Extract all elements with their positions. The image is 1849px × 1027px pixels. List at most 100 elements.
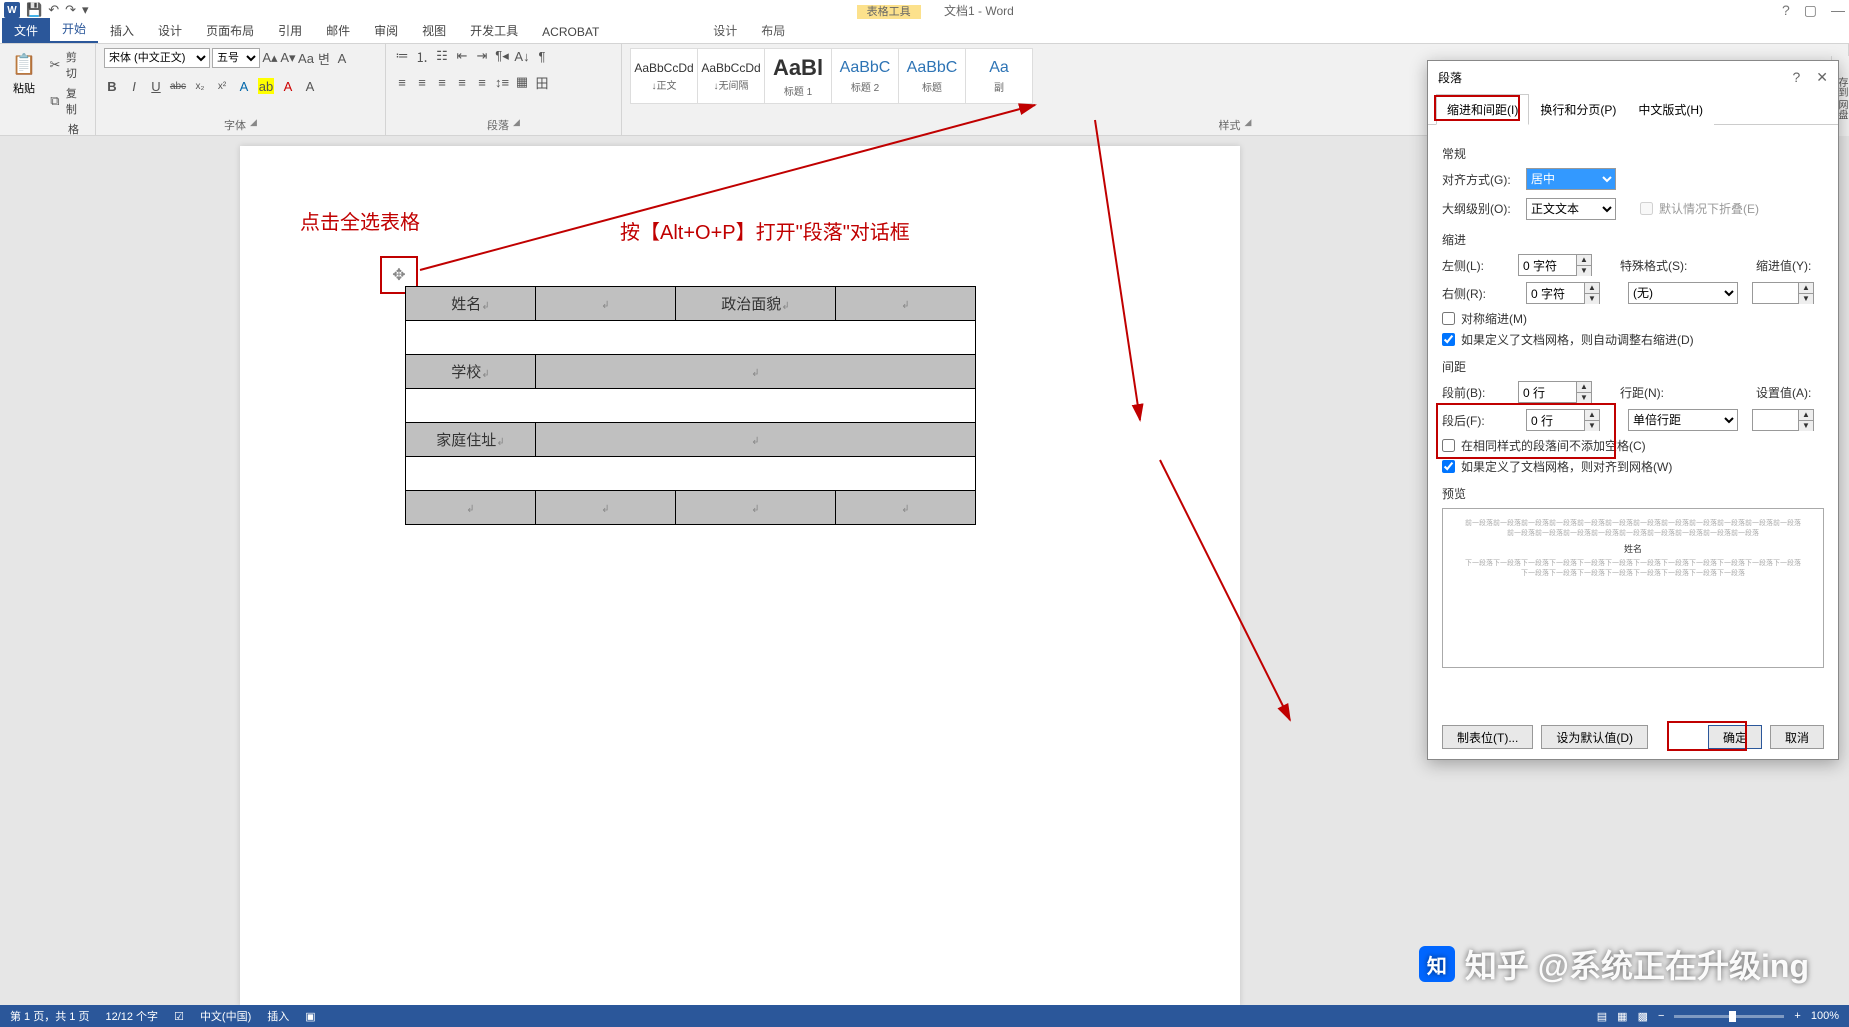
table-row[interactable]	[406, 389, 976, 423]
status-page[interactable]: 第 1 页，共 1 页	[10, 1008, 89, 1024]
bullets-icon[interactable]: ≔	[394, 48, 410, 64]
tab-references[interactable]: 引用	[266, 18, 314, 43]
dialog-titlebar[interactable]: 段落 ? ✕	[1428, 61, 1838, 93]
spin-down-icon[interactable]: ▼	[1799, 421, 1813, 431]
tab-design[interactable]: 设计	[146, 18, 194, 43]
at-input[interactable]	[1752, 409, 1798, 431]
show-marks-icon[interactable]: ¶	[534, 48, 550, 64]
style-heading2[interactable]: AaBbC标题 2	[831, 48, 899, 104]
tabs-button[interactable]: 制表位(T)...	[1442, 725, 1533, 749]
table-cell[interactable]	[406, 457, 976, 491]
after-spinner[interactable]: ▲▼	[1526, 409, 1600, 431]
table-row[interactable]: 家庭住址↲ ↲	[406, 423, 976, 457]
spin-up-icon[interactable]: ▲	[1799, 283, 1813, 294]
indent-right-spinner[interactable]: ▲▼	[1526, 282, 1600, 304]
mirror-checkbox[interactable]	[1442, 312, 1455, 325]
decrease-indent-icon[interactable]: ⇤	[454, 48, 470, 64]
phonetic-guide-icon[interactable]: 변	[316, 50, 332, 66]
table-cell[interactable]: 政治面貌↲	[676, 287, 836, 321]
table-row[interactable]	[406, 321, 976, 355]
spin-up-icon[interactable]: ▲	[1585, 410, 1599, 421]
spin-up-icon[interactable]: ▲	[1585, 283, 1599, 294]
bold-button[interactable]: B	[104, 78, 120, 94]
shrink-font-icon[interactable]: A▾	[280, 50, 296, 66]
dialog-close-icon[interactable]: ✕	[1816, 69, 1828, 86]
ok-button[interactable]: 确定	[1708, 725, 1762, 749]
style-subtitle[interactable]: Aa副	[965, 48, 1033, 104]
at-spinner[interactable]: ▲▼	[1752, 409, 1814, 431]
font-size-select[interactable]: 五号	[212, 48, 260, 68]
table-cell[interactable]: ↲	[536, 355, 976, 389]
table-cell[interactable]	[406, 389, 976, 423]
italic-button[interactable]: I	[126, 78, 142, 94]
table-cell[interactable]: 姓名↲	[406, 287, 536, 321]
no-space-checkbox[interactable]	[1442, 439, 1455, 452]
spin-down-icon[interactable]: ▼	[1799, 294, 1813, 304]
line-spacing-select[interactable]: 单倍行距	[1628, 409, 1738, 431]
spin-up-icon[interactable]: ▲	[1577, 382, 1591, 393]
text-effects-icon[interactable]: A	[236, 78, 252, 94]
help-icon[interactable]: ?	[1782, 2, 1790, 19]
dialog-help-icon[interactable]: ?	[1792, 69, 1800, 86]
tab-table-layout[interactable]: 布局	[749, 18, 797, 43]
table-row[interactable]: 姓名↲ ↲ 政治面貌↲ ↲	[406, 287, 976, 321]
cancel-button[interactable]: 取消	[1770, 725, 1824, 749]
borders-icon[interactable]: 田	[534, 74, 550, 90]
copy-button[interactable]: ⧉复制	[46, 84, 87, 118]
minimize-icon[interactable]: —	[1831, 2, 1845, 19]
table-row[interactable]: 学校↲ ↲	[406, 355, 976, 389]
document-page[interactable]: 点击全选表格 按【Alt+O+P】打开"段落"对话框 ✥ 姓名↲ ↲ 政治面貌↲…	[240, 146, 1240, 1005]
align-center-icon[interactable]: ≡	[414, 74, 430, 90]
paste-button[interactable]: 📋 粘贴	[8, 48, 40, 98]
zoom-in-button[interactable]: +	[1794, 1010, 1800, 1022]
shading-icon[interactable]: ▦	[514, 74, 530, 90]
zoom-out-button[interactable]: −	[1658, 1010, 1664, 1022]
table-cell[interactable]: 学校↲	[406, 355, 536, 389]
by-input[interactable]	[1752, 282, 1798, 304]
tab-mailings[interactable]: 邮件	[314, 18, 362, 43]
cut-button[interactable]: ✂剪切	[46, 48, 87, 82]
align-right-icon[interactable]: ≡	[434, 74, 450, 90]
subscript-button[interactable]: x₂	[192, 78, 208, 94]
spin-down-icon[interactable]: ▼	[1577, 393, 1591, 403]
strikethrough-button[interactable]: abc	[170, 78, 186, 94]
table-cell[interactable]: ↲	[836, 287, 976, 321]
status-insert-mode[interactable]: 插入	[267, 1008, 289, 1024]
justify-icon[interactable]: ≡	[454, 74, 470, 90]
after-input[interactable]	[1526, 409, 1584, 431]
ltr-icon[interactable]: ¶◂	[494, 48, 510, 64]
table-cell[interactable]: ↲	[536, 287, 676, 321]
spin-down-icon[interactable]: ▼	[1577, 266, 1591, 276]
table-cell[interactable]: ↲	[676, 491, 836, 525]
tab-table-design[interactable]: 设计	[701, 18, 749, 43]
tab-developer[interactable]: 开发工具	[458, 18, 530, 43]
style-no-spacing[interactable]: AaBbCcDd↓无间隔	[697, 48, 765, 104]
ribbon-display-icon[interactable]: ▢	[1804, 2, 1817, 19]
indent-left-spinner[interactable]: ▲▼	[1518, 254, 1592, 276]
style-normal[interactable]: AaBbCcDd↓正文	[630, 48, 698, 104]
view-read-icon[interactable]: ▤	[1597, 1010, 1607, 1023]
underline-button[interactable]: U	[148, 78, 164, 94]
table-cell[interactable]: ↲	[406, 491, 536, 525]
status-language[interactable]: 中文(中国)	[200, 1008, 251, 1024]
indent-left-input[interactable]	[1518, 254, 1576, 276]
indent-right-input[interactable]	[1526, 282, 1584, 304]
align-left-icon[interactable]: ≡	[394, 74, 410, 90]
styles-gallery[interactable]: AaBbCcDd↓正文 AaBbCcDd↓无间隔 AaBl标题 1 AaBbC标…	[630, 48, 1032, 104]
dialog-tab-cjk[interactable]: 中文版式(H)	[1627, 94, 1714, 125]
spin-down-icon[interactable]: ▼	[1585, 421, 1599, 431]
qat-save-icon[interactable]: 💾	[26, 2, 42, 18]
spin-up-icon[interactable]: ▲	[1799, 410, 1813, 421]
snap-grid-checkbox[interactable]	[1442, 460, 1455, 473]
dialog-tab-indent[interactable]: 缩进和间距(I)	[1436, 94, 1529, 125]
font-name-select[interactable]: 宋体 (中文正文)	[104, 48, 210, 68]
before-spinner[interactable]: ▲▼	[1518, 381, 1592, 403]
status-words[interactable]: 12/12 个字	[105, 1008, 158, 1024]
char-border-icon[interactable]: A	[334, 50, 350, 66]
document-table[interactable]: 姓名↲ ↲ 政治面貌↲ ↲ 学校↲ ↲ 家庭住址↲ ↲ ↲ ↲ ↲ ↲	[405, 286, 976, 525]
table-row[interactable]: ↲ ↲ ↲ ↲	[406, 491, 976, 525]
auto-indent-checkbox[interactable]	[1442, 333, 1455, 346]
style-heading1[interactable]: AaBl标题 1	[764, 48, 832, 104]
by-spinner[interactable]: ▲▼	[1752, 282, 1814, 304]
zoom-level[interactable]: 100%	[1811, 1010, 1839, 1022]
